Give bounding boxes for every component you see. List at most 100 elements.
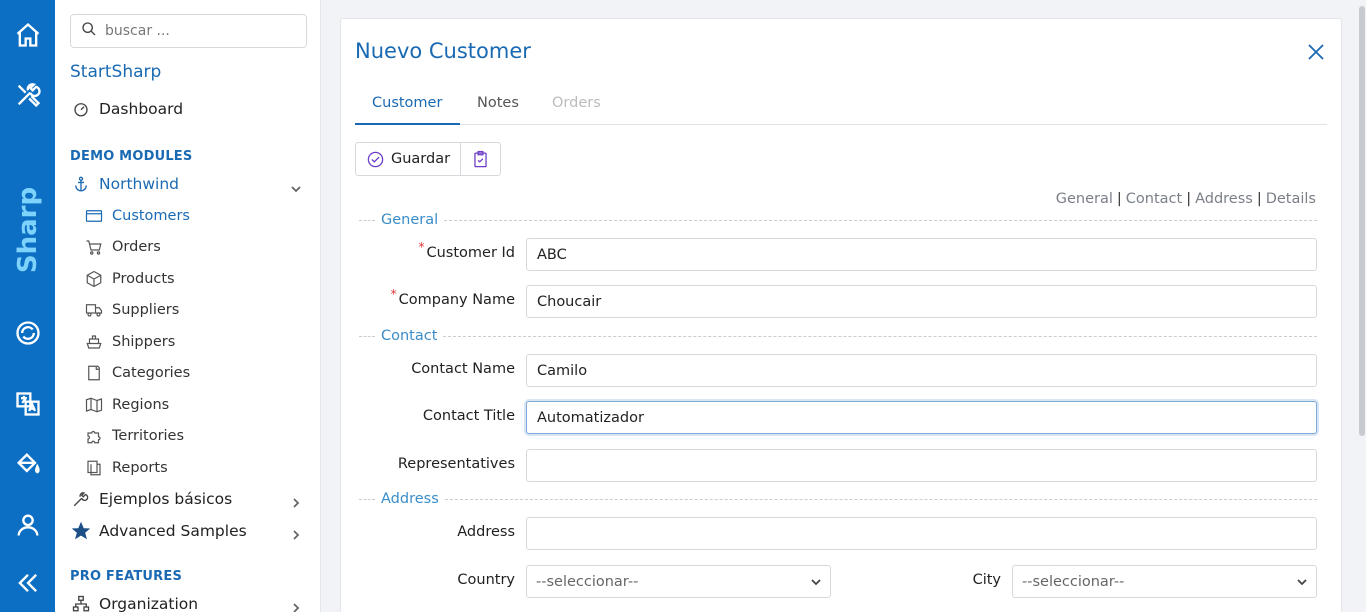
sidebar-item-reports[interactable]: Reports (85, 459, 168, 477)
sidebar-item-label: Orders (112, 239, 161, 255)
representatives-label: Representatives (397, 456, 515, 472)
category-link-contact[interactable]: Contact (1126, 191, 1182, 207)
sidebar-item-label: Shippers (112, 334, 176, 350)
chevron-right-icon[interactable] (290, 599, 302, 612)
representatives-field[interactable] (526, 449, 1317, 482)
chevron-down-icon (810, 576, 822, 588)
city-select-value: --seleccionar-- (1022, 573, 1125, 590)
tab-customer[interactable]: Customer (372, 95, 442, 111)
nav-dashboard-label: Dashboard (99, 100, 184, 118)
search-input[interactable] (105, 23, 295, 39)
collapse-icon[interactable] (12, 567, 44, 599)
sidebar-item-label: Reports (112, 460, 168, 476)
category-link-general[interactable]: General (1056, 191, 1113, 207)
anchor-icon (75, 176, 87, 192)
page-scrollbar[interactable] (1358, 0, 1366, 612)
contact-title-field[interactable] (526, 401, 1317, 434)
search-box[interactable] (70, 14, 307, 48)
chevron-down-icon[interactable] (290, 180, 302, 193)
chevron-down-icon (1296, 576, 1308, 588)
chevron-right-icon[interactable] (290, 526, 302, 540)
category-title: General (381, 212, 439, 228)
box-icon (86, 270, 102, 288)
cart-icon (86, 240, 102, 255)
sidebar-item-products[interactable]: Products (85, 270, 175, 288)
nav-organization-label: Organization (99, 595, 199, 612)
tab-notes[interactable]: Notes (477, 95, 519, 111)
clipboard-check-icon (474, 150, 487, 167)
startsharp-brand-logo: StartSharp (13, 186, 130, 297)
user-icon[interactable] (12, 509, 44, 541)
dialog-title: Nuevo Customer (355, 39, 531, 63)
sidebar-item-regions[interactable]: Regions (85, 396, 169, 414)
nav-advanced-samples-label: Advanced Samples (99, 522, 247, 540)
tag-icon (88, 365, 100, 381)
dashboard-icon (74, 103, 88, 117)
section-demo-modules: DEMO MODULES (70, 149, 193, 164)
organization-icon (72, 595, 90, 612)
country-select[interactable]: --seleccionar-- (526, 565, 831, 598)
tab-orders: Orders (552, 95, 601, 111)
nav-northwind[interactable]: Northwind (72, 175, 179, 193)
check-circle-icon (367, 151, 384, 167)
contact-name-label: Contact Name (411, 361, 515, 377)
customer-id-label: * Customer Id (418, 240, 515, 261)
category-link-address[interactable]: Address (1195, 191, 1253, 207)
truck-icon (85, 304, 103, 317)
chevron-right-icon[interactable] (290, 494, 302, 508)
sidebar-item-suppliers[interactable]: Suppliers (85, 301, 179, 319)
category-links: General | Contact | Address | Details (1055, 191, 1316, 207)
home-icon[interactable] (12, 19, 44, 51)
contact-name-field[interactable] (526, 354, 1317, 387)
sidebar-item-customers[interactable]: Customers (85, 207, 190, 225)
apply-changes-button[interactable] (460, 143, 500, 175)
sidebar-item-label: Territories (112, 428, 185, 444)
city-select[interactable]: --seleccionar-- (1012, 565, 1317, 598)
logo-icon (12, 317, 44, 349)
section-pro-features: PRO FEATURES (70, 569, 183, 584)
nav-basic-examples-label: Ejemplos básicos (99, 490, 233, 508)
map-icon (85, 397, 103, 413)
sidebar-item-label: Categories (112, 365, 191, 381)
customer-id-field[interactable] (526, 238, 1317, 271)
scrollbar-thumb[interactable] (1359, 6, 1365, 436)
dialog-toolbar: Guardar (355, 142, 502, 176)
sidebar-item-label: Regions (112, 397, 170, 413)
customers-icon (85, 210, 103, 222)
close-icon[interactable] (1307, 43, 1325, 61)
ship-icon (86, 335, 102, 349)
save-button[interactable]: Guardar (356, 143, 460, 175)
nav-basic-examples[interactable]: Ejemplos básicos (72, 490, 232, 508)
company-name-field[interactable] (526, 285, 1317, 318)
category-link-details[interactable]: Details (1266, 191, 1316, 207)
active-tab-indicator (355, 123, 460, 125)
tools-icon[interactable] (12, 79, 44, 111)
nav-northwind-label: Northwind (99, 175, 179, 193)
sidebar: StartSharp Dashboard DEMO MODULES Northw… (55, 0, 321, 612)
company-name-label: * Company Name (390, 287, 515, 308)
reports-icon (87, 460, 101, 476)
address-label: Address (457, 524, 515, 540)
paint-bucket-icon[interactable] (12, 448, 44, 480)
sidebar-item-orders[interactable]: Orders (85, 238, 161, 256)
sidebar-item-territories[interactable]: Territories (85, 427, 184, 445)
star-icon (72, 522, 90, 540)
dialog-tabs: Customer Notes Orders (355, 87, 1327, 125)
city-label: City (972, 572, 1001, 588)
nav-dashboard[interactable]: Dashboard (72, 100, 183, 118)
sidebar-item-categories[interactable]: Categories (85, 364, 190, 382)
category-title: Address (381, 491, 439, 507)
category-address: Address (359, 491, 1317, 507)
category-title: Contact (381, 328, 438, 344)
address-field[interactable] (526, 517, 1317, 550)
sidebar-item-label: Products (112, 271, 175, 287)
save-button-label: Guardar (391, 151, 451, 167)
country-select-value: --seleccionar-- (536, 573, 639, 590)
translate-icon[interactable] (12, 388, 44, 420)
nav-advanced-samples[interactable]: Advanced Samples (72, 522, 247, 540)
left-rail: StartSharp (0, 0, 130, 612)
nav-organization[interactable]: Organization (72, 595, 198, 612)
sidebar-item-shippers[interactable]: Shippers (85, 333, 175, 351)
wrench-icon (73, 492, 89, 507)
category-general: General (359, 212, 1317, 228)
